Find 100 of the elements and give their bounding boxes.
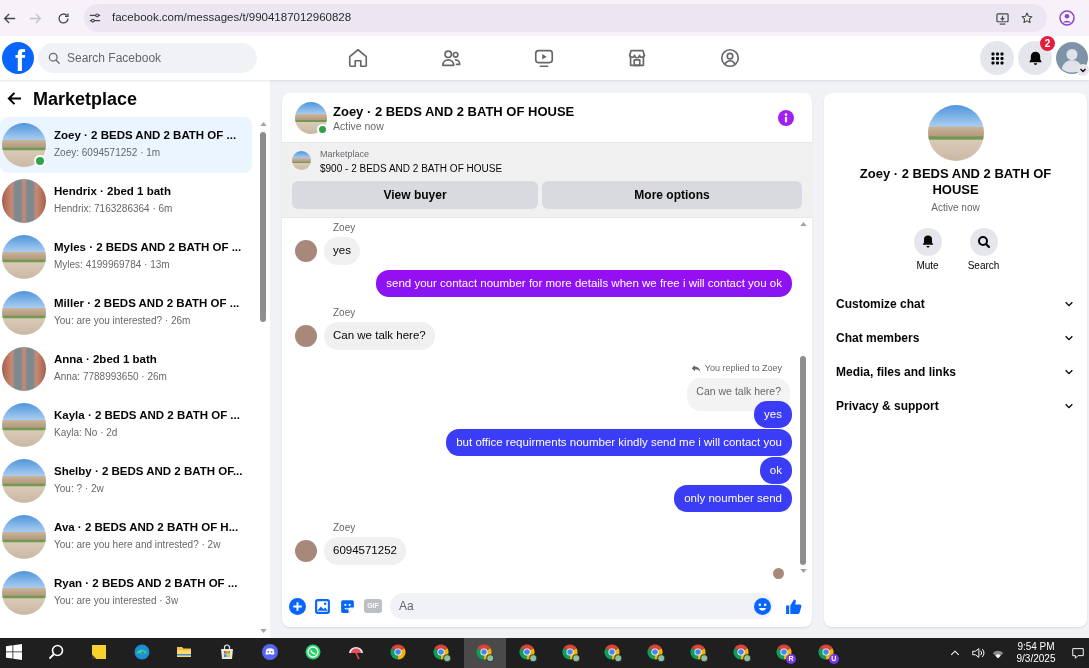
home-icon[interactable] xyxy=(346,47,369,69)
video-icon[interactable] xyxy=(532,47,555,69)
chat-message: yes xyxy=(324,237,360,265)
chat-message: ok xyxy=(759,457,792,484)
back-icon[interactable] xyxy=(3,11,16,25)
contact-name: Zoey · 2 BEDS AND 2 BATH OF HOUSE xyxy=(858,166,1053,198)
search-icon xyxy=(48,644,66,662)
conversation-preview: You: are you interested? · 26m xyxy=(54,313,192,327)
chat-message: Can we talk here? xyxy=(324,322,435,350)
star-icon[interactable] xyxy=(1021,12,1033,24)
search-button[interactable]: Search xyxy=(957,228,1010,272)
sidebar-title: Marketplace xyxy=(33,87,138,110)
chat-bubble-icon xyxy=(304,644,323,662)
plus-icon[interactable] xyxy=(289,597,306,615)
thumbs-up-icon[interactable] xyxy=(785,597,802,615)
photo-placeholder xyxy=(2,459,46,503)
message-input[interactable]: Aa xyxy=(390,593,773,619)
photo-placeholder xyxy=(2,515,46,559)
conversation-item[interactable]: Zoey · 2 BEDS AND 2 BATH OF ... Zoey: 6094571252 · 1m xyxy=(0,117,252,173)
section-toggle[interactable]: Customize chat xyxy=(824,287,1087,321)
photo-placeholder xyxy=(2,291,46,335)
action-button[interactable]: More options xyxy=(542,181,802,209)
reply-note: You replied to Zoey xyxy=(704,362,782,374)
people-icon[interactable] xyxy=(439,47,462,69)
speaker-icon[interactable] xyxy=(971,646,985,660)
bell-icon xyxy=(913,228,942,256)
url-text: facebook.com/messages/t/9904187012960828 xyxy=(112,10,352,26)
conversation-preview: You: ? · 2w xyxy=(54,481,105,495)
avatar xyxy=(295,325,317,347)
smiley-icon[interactable] xyxy=(754,597,771,615)
image-icon[interactable] xyxy=(314,597,331,615)
clock-time: 9:54 PM xyxy=(1017,641,1055,653)
conversation-title: Miller · 2 BEDS AND 2 BATH OF ... xyxy=(54,295,240,311)
profile-icon[interactable] xyxy=(1059,10,1075,26)
action-button[interactable]: View buyer xyxy=(292,181,538,209)
photo-placeholder xyxy=(2,123,46,167)
info-icon[interactable] xyxy=(778,109,794,126)
back-arrow-icon[interactable] xyxy=(7,91,22,106)
conversation-preview: You: are you here and intrested? · 2w xyxy=(54,537,222,551)
chat-message: only noumber send xyxy=(674,485,792,512)
taskbar-button[interactable] xyxy=(463,638,507,668)
photo-placeholder xyxy=(2,403,46,447)
chat-message: yes xyxy=(754,401,792,428)
section-toggle[interactable]: Media, files and links xyxy=(824,355,1087,389)
conversation-preview: Hendrix: 7163286364 · 6m xyxy=(54,201,173,215)
notification-badge: 2 xyxy=(1040,36,1055,51)
clock-date: 9/3/2025 xyxy=(1016,653,1056,665)
photo-placeholder xyxy=(2,179,46,223)
quoted-message: Can we talk here? xyxy=(687,378,790,411)
conversation-preview: Kayla: No · 2d xyxy=(54,425,119,439)
chat-message: but office requirments noumber kindly send me i will contact you xyxy=(446,429,792,456)
chat-status: Active now xyxy=(333,119,385,132)
avatar xyxy=(295,540,317,562)
menu-button[interactable] xyxy=(980,41,1014,75)
conversation-preview: Myles: 4199969784 · 13m xyxy=(54,257,171,271)
mute-button[interactable]: Mute xyxy=(901,228,954,272)
sender-name: Zoey xyxy=(333,522,356,534)
section-toggle[interactable]: Privacy & support xyxy=(824,389,1087,423)
conversation-title: Ava · 2 BEDS AND 2 BATH OF H... xyxy=(54,519,239,535)
sticker-icon[interactable] xyxy=(339,597,356,615)
photo-placeholder xyxy=(292,151,311,170)
swirl-icon xyxy=(133,644,152,662)
address-bar[interactable]: facebook.com/messages/t/9904187012960828 xyxy=(84,4,1047,32)
grid-icon xyxy=(989,50,1005,66)
conversation-title: Shelby · 2 BEDS AND 2 BATH OF... xyxy=(54,463,243,479)
start-icon xyxy=(6,644,24,662)
chat-message: 6094571252 xyxy=(324,537,406,565)
section-toggle[interactable]: Chat members xyxy=(824,321,1087,355)
contact-status: Active now xyxy=(931,202,980,214)
sender-name: Zoey xyxy=(333,307,356,319)
search-icon xyxy=(969,228,998,256)
chat-title: Zoey · 2 BEDS AND 2 BATH OF HOUSE xyxy=(333,103,575,120)
photo-placeholder xyxy=(2,235,46,279)
seen-avatar xyxy=(773,568,784,579)
conversation-preview: Zoey: 6094571252 · 1m xyxy=(54,145,162,159)
sliders-icon[interactable] xyxy=(89,12,101,24)
photo-placeholder xyxy=(2,347,46,391)
notifications-button[interactable] xyxy=(1018,41,1052,75)
search-field[interactable]: Search Facebook xyxy=(38,43,257,73)
search-icon xyxy=(48,52,60,64)
note-icon xyxy=(90,644,109,662)
group-icon[interactable] xyxy=(718,47,741,69)
conversation-title: Ryan · 2 BEDS AND 2 BATH OF ... xyxy=(54,575,238,591)
scrollbar-thumb[interactable] xyxy=(260,132,266,322)
conversation-title: Hendrix · 2bed 1 bath xyxy=(54,183,172,199)
reload-icon[interactable] xyxy=(57,11,70,25)
conversation-title: Myles · 2 BEDS AND 2 BATH OF ... xyxy=(54,239,242,255)
avatar xyxy=(295,240,317,262)
chevron-down-icon[interactable] xyxy=(1077,64,1089,76)
sender-name: Zoey xyxy=(333,222,356,234)
photo-placeholder xyxy=(2,571,46,615)
speech-bubble-icon[interactable] xyxy=(1071,646,1085,660)
controller-icon xyxy=(261,644,280,662)
facebook-logo[interactable]: f xyxy=(2,42,34,74)
listing-title: $900 - 2 BEDS AND 2 BATH OF HOUSE xyxy=(320,163,503,175)
umbrella-icon xyxy=(347,644,366,662)
chat-message: send your contact noumber for more details when we free i will contact you ok xyxy=(376,270,792,297)
conversation-preview: You: are you interested · 3w xyxy=(54,593,180,607)
scrollbar-thumb[interactable] xyxy=(800,356,806,565)
monitor-icon[interactable] xyxy=(996,11,1009,25)
